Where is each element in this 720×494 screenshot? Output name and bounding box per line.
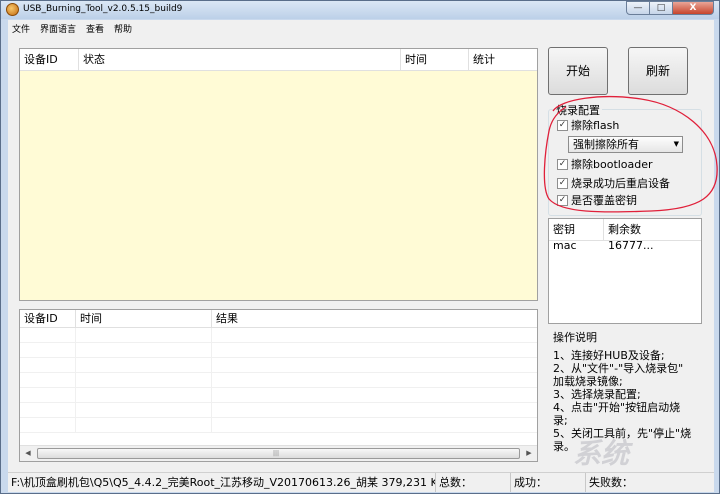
overwrite-key-option[interactable]: ✓ 是否覆盖密钥 [557,192,637,208]
instruction-line: 3、选择烧录配置; [553,388,641,401]
col-result[interactable]: 结果 [212,310,537,328]
window-title: USB_Burning_Tool_v2.0.5.15_build9 [23,4,183,14]
app-icon [6,3,19,16]
erase-mode-select[interactable]: 强制擦除所有 ▼ [568,136,683,153]
menu-language[interactable]: 界面语言 [36,20,82,36]
overwrite-key-checkbox[interactable]: ✓ [557,194,568,206]
instruction-line: 录; [553,414,568,427]
status-success: 成功： [511,473,586,492]
instruction-line: 加载烧录镜像; [553,375,623,388]
erase-bootloader-label: 擦除bootloader [571,158,653,171]
start-button[interactable]: 开始 [548,47,608,95]
col-time[interactable]: 时间 [401,49,469,71]
menu-bar: 文件 界面语言 查看 帮助 [8,20,714,36]
reboot-after-option[interactable]: ✓ 烧录成功后重启设备 [557,175,670,191]
col-result-time[interactable]: 时间 [76,310,212,328]
overwrite-key-label: 是否覆盖密钥 [571,194,637,207]
burn-config-title: 烧录配置 [554,102,602,118]
status-bar: F:\机顶盒刷机包\Q5\Q5_4.4.2_完美Root_江苏移动_V20170… [8,472,714,492]
col-remaining[interactable]: 剩余数 [604,219,701,241]
reboot-after-label: 烧录成功后重启设备 [571,177,670,190]
key-list-header: 密钥 剩余数 [549,219,701,241]
status-file-path: F:\机顶盒刷机包\Q5\Q5_4.4.2_完美Root_江苏移动_V20170… [8,473,436,492]
burn-config-group: 烧录配置 ✓ 擦除flash 强制擦除所有 ▼ ✓ 擦除bootloader ✓… [548,102,702,216]
device-list-header: 设备ID 状态 时间 统计 [20,49,537,71]
erase-bootloader-checkbox[interactable]: ✓ [557,158,568,170]
col-key[interactable]: 密钥 [549,219,604,241]
window-controls: — □ X [626,1,714,15]
key-name: mac [553,239,577,252]
erase-mode-value: 强制擦除所有 [573,138,639,151]
instruction-line: 1、连接好HUB及设备; [553,349,665,362]
client-area: 文件 界面语言 查看 帮助 设备ID 状态 时间 统计 开始 刷新 烧录配置 ✓… [8,20,714,492]
title-bar[interactable]: USB_Burning_Tool_v2.0.5.15_build9 — □ X [1,1,719,19]
erase-flash-checkbox[interactable]: ✓ [557,119,568,131]
status-total: 总数： [436,473,511,492]
result-list-header: 设备ID 时间 结果 [20,310,537,328]
instruction-line: 4、点击"开始"按钮启动烧 [553,401,681,414]
result-grid [20,328,537,446]
list-item[interactable]: mac 16777... [553,239,653,254]
scroll-right-icon[interactable]: ▶ [521,446,537,461]
menu-help[interactable]: 帮助 [110,20,138,36]
device-list[interactable]: 设备ID 状态 时间 统计 [19,48,538,301]
col-stats[interactable]: 统计 [469,49,537,71]
col-device-id[interactable]: 设备ID [20,49,79,71]
scrollbar-thumb[interactable]: ||| [37,448,520,459]
maximize-button[interactable]: □ [649,1,673,15]
horizontal-scrollbar[interactable]: ◀ ||| ▶ [20,445,537,461]
status-fail: 失败数： [589,476,633,489]
reboot-after-checkbox[interactable]: ✓ [557,177,568,189]
chevron-down-icon: ▼ [673,140,679,148]
app-window: USB_Burning_Tool_v2.0.5.15_build9 — □ X … [0,0,720,494]
menu-file[interactable]: 文件 [8,20,36,36]
close-button[interactable]: X [672,1,714,15]
instruction-line: 2、从"文件"-"导入烧录包" [553,362,684,375]
erase-flash-option[interactable]: ✓ 擦除flash [557,117,619,133]
col-result-device-id[interactable]: 设备ID [20,310,76,328]
instructions-title: 操作说明 [553,331,597,344]
scroll-left-icon[interactable]: ◀ [20,446,36,461]
result-list[interactable]: 设备ID 时间 结果 ◀ ||| ▶ [19,309,538,462]
minimize-button[interactable]: — [626,1,650,15]
col-status[interactable]: 状态 [79,49,401,71]
refresh-button[interactable]: 刷新 [628,47,688,95]
menu-view[interactable]: 查看 [82,20,110,36]
key-remaining: 16777... [608,239,654,252]
key-list[interactable]: 密钥 剩余数 mac 16777... [548,218,702,324]
erase-bootloader-option[interactable]: ✓ 擦除bootloader [557,156,653,172]
watermark: 系统 [573,437,630,470]
erase-flash-label: 擦除flash [571,119,620,132]
